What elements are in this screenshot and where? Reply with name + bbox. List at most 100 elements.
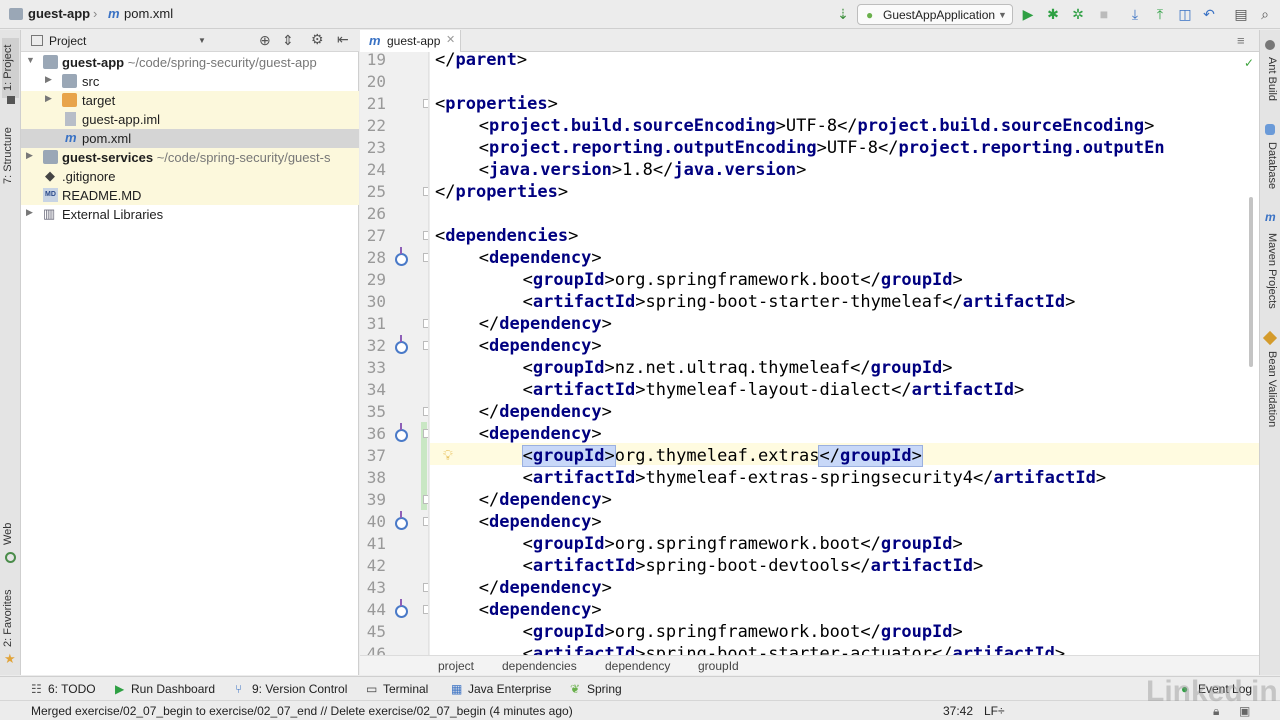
caret-position[interactable]: 37:42 (943, 704, 973, 718)
stop-icon[interactable]: ■ (1096, 6, 1112, 22)
run-icon[interactable]: ▶ (1020, 6, 1036, 22)
expand-arrow-icon[interactable]: ▶ (45, 74, 52, 85)
expand-arrow-icon[interactable]: ▶ (45, 93, 52, 104)
nav-project-crumb[interactable]: guest-app (28, 6, 90, 21)
project-panel: Project ▼ ⊕ ⇕ ⚙ ⇤ ▼ guest-app ~/code/spr… (21, 30, 359, 675)
hide-panel-icon[interactable]: ⇤ (337, 31, 349, 48)
fold-marker-icon[interactable] (423, 583, 428, 592)
debug-icon[interactable]: ✱ (1045, 6, 1061, 22)
line-number: 30 (366, 292, 386, 311)
fold-marker-icon[interactable] (423, 319, 428, 328)
open-tag: <groupId> (523, 622, 615, 642)
tag-name: groupId (532, 358, 605, 378)
tag-bracket: > (952, 534, 963, 554)
tag-name: groupId (532, 270, 605, 290)
search-icon[interactable]: ⌕ (1257, 6, 1273, 22)
breadcrumb-project[interactable]: project (438, 659, 474, 673)
fold-marker-icon[interactable] (423, 231, 428, 240)
tab-favorites[interactable]: 2: Favorites (2, 585, 19, 651)
line-number: 24 (366, 160, 386, 179)
fold-marker-icon[interactable] (423, 605, 428, 614)
tree-item-target[interactable]: ▶ target (21, 91, 359, 110)
tag-bracket: > (591, 336, 602, 356)
close-tag: </groupId> (818, 445, 923, 467)
vcs-compare-icon[interactable]: ◫ (1177, 6, 1193, 22)
vcs-update-icon[interactable]: ⤓ (1127, 6, 1143, 22)
gear-icon[interactable]: ⚙ (311, 31, 324, 48)
nav-file-crumb[interactable]: pom.xml (124, 6, 173, 21)
build-arrow-icon[interactable]: ⇣ (835, 6, 851, 22)
dependency-implementation-icon[interactable] (395, 511, 408, 530)
expand-arrow-icon[interactable]: ▶ (26, 207, 33, 218)
tab-java-enterprise[interactable]: Java Enterprise (468, 682, 551, 696)
tab-web[interactable]: Web (2, 520, 19, 548)
tree-item-pom[interactable]: m pom.xml (21, 129, 359, 148)
chevron-down-icon[interactable]: ▼ (198, 36, 206, 45)
fold-marker-icon[interactable] (423, 341, 428, 350)
vcs-revert-icon[interactable]: ↶ (1201, 6, 1217, 22)
tree-item-guest-app[interactable]: ▼ guest-app ~/code/spring-security/guest… (21, 53, 359, 72)
collapse-icon[interactable]: ⇕ (282, 32, 294, 49)
line-number: 46 (366, 644, 386, 655)
tree-item-src[interactable]: ▶ src (21, 72, 359, 91)
folder-icon (62, 74, 77, 88)
tab-maven-projects[interactable]: Maven Projects (1263, 228, 1278, 314)
tab-run-dashboard[interactable]: Run Dashboard (131, 682, 215, 696)
tab-todo[interactable]: 6: TODO (48, 682, 96, 696)
tag-bracket: </ (891, 380, 912, 400)
expand-arrow-icon[interactable]: ▶ (26, 150, 33, 161)
dependency-implementation-icon[interactable] (395, 335, 408, 354)
intention-bulb-icon[interactable]: 💡︎ (443, 447, 453, 464)
code-editor[interactable]: </parent> <properties> <project.build.sour… (430, 52, 1259, 655)
expand-arrow-icon[interactable]: ▼ (26, 55, 35, 65)
fold-marker-icon[interactable] (423, 187, 428, 196)
tree-item-iml[interactable]: guest-app.iml (21, 110, 359, 129)
run-config-dropdown[interactable]: ● GuestAppApplication ▼ (857, 4, 1013, 25)
fold-marker-icon[interactable] (423, 99, 428, 108)
fold-marker-icon[interactable] (423, 429, 428, 438)
fold-marker-icon[interactable] (423, 253, 428, 262)
locate-icon[interactable]: ⊕ (259, 32, 271, 49)
tree-item-guest-services[interactable]: ▶ guest-services ~/code/spring-security/… (21, 148, 359, 167)
linkedin-watermark: Linked in (1146, 675, 1278, 708)
line-separator[interactable]: LF÷ (984, 704, 1005, 718)
tab-project[interactable]: 1: Project (2, 38, 19, 98)
tab-database[interactable]: Database (1263, 140, 1278, 192)
tag-value: UTF-8 (785, 116, 838, 136)
tag-bracket: </ (478, 578, 500, 598)
code-line: </dependency> (479, 313, 612, 335)
code-line: <project.reporting.outputEncoding>UTF-8<… (479, 137, 1165, 159)
fold-marker-icon[interactable] (423, 517, 428, 526)
fold-marker-icon[interactable] (423, 495, 428, 504)
coverage-icon[interactable]: ✲ (1070, 6, 1086, 22)
tab-spring[interactable]: Spring (587, 682, 622, 696)
project-structure-icon[interactable]: ▤ (1233, 6, 1249, 22)
tab-version-control[interactable]: 9: Version Control (252, 682, 347, 696)
tab-bean-validation[interactable]: Bean Validation (1263, 348, 1278, 430)
open-tag: <artifactId> (523, 380, 646, 400)
dependency-implementation-icon[interactable] (395, 423, 408, 442)
tab-list-icon[interactable]: ≡ (1237, 33, 1245, 48)
breadcrumb-dependencies[interactable]: dependencies (502, 659, 577, 673)
editor-scrollbar[interactable] (1249, 197, 1253, 367)
tab-ant-build[interactable]: Ant Build (1263, 54, 1278, 104)
dependency-implementation-icon[interactable] (395, 247, 408, 266)
tab-terminal[interactable]: Terminal (383, 682, 428, 696)
tree-item-readme[interactable]: MD README.MD (21, 186, 359, 205)
tag-name: dependency (489, 424, 592, 444)
tree-item-gitignore[interactable]: ◆ .gitignore (21, 167, 359, 186)
vcs-commit-icon[interactable]: ⤒ (1152, 6, 1168, 22)
tree-item-external-libraries[interactable]: ▶ ▥ External Libraries (21, 205, 359, 224)
breadcrumb-dependency[interactable]: dependency (605, 659, 670, 673)
tag-bracket: </ (478, 490, 500, 510)
status-message[interactable]: Merged exercise/02_07_begin to exercise/… (31, 704, 573, 718)
code-line: </dependency> (479, 489, 612, 511)
tab-structure[interactable]: 7: Structure (2, 122, 19, 190)
tag-value: 1.8 (622, 160, 653, 180)
close-icon[interactable]: ✕ (446, 33, 455, 46)
fold-marker-icon[interactable] (423, 407, 428, 416)
dependency-implementation-icon[interactable] (395, 599, 408, 618)
project-view-selector[interactable]: Project (49, 34, 86, 48)
tab-pom-xml[interactable]: m guest-app ✕ (360, 30, 461, 52)
breadcrumb-groupid[interactable]: groupId (698, 659, 739, 673)
